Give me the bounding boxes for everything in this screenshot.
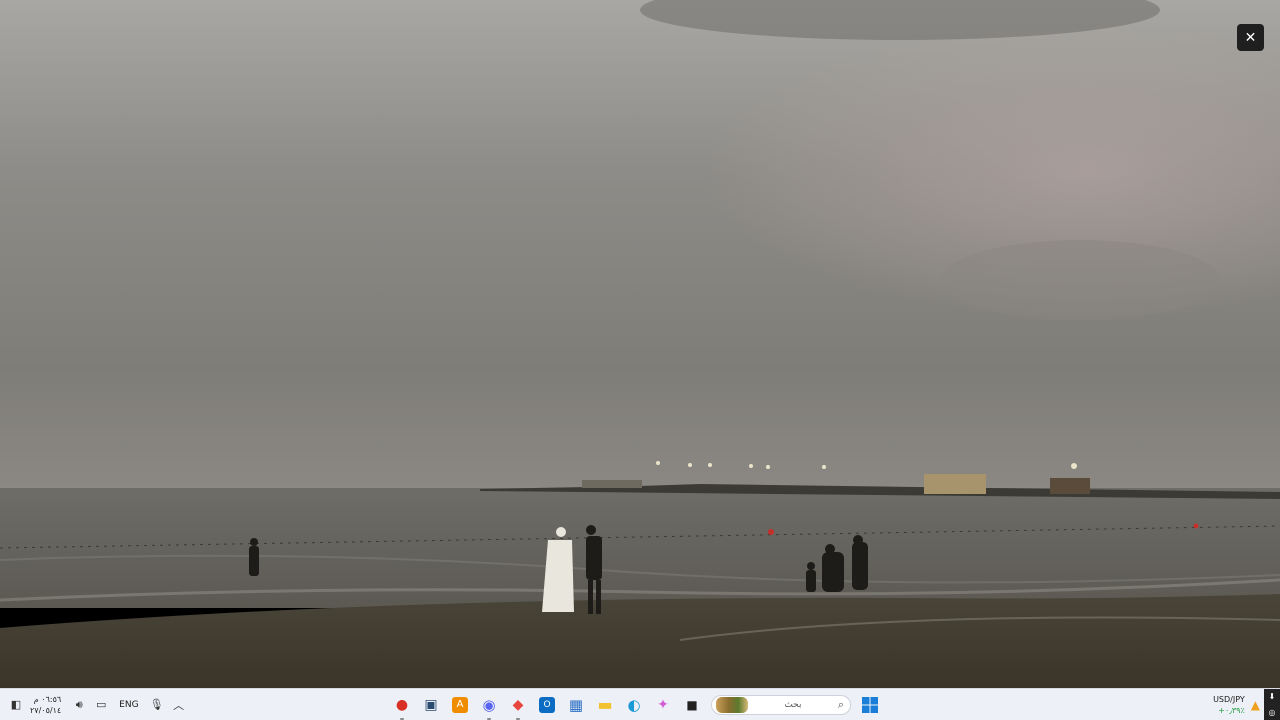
download-icon[interactable]: ⬇ — [1269, 692, 1276, 701]
terminal-app-button[interactable]: ▣ — [421, 695, 441, 715]
terminal-icon: ▣ — [424, 696, 438, 713]
a-app-button[interactable]: A — [450, 695, 470, 715]
windows-logo-icon — [862, 696, 878, 713]
chrome-icon: ● — [395, 696, 409, 713]
copilot-app-button[interactable]: ✦ — [653, 695, 673, 715]
discord-app-button[interactable]: ◉ — [479, 695, 499, 720]
network-icon[interactable]: ▭ — [93, 697, 109, 713]
language-indicator[interactable]: ENG — [119, 700, 138, 710]
window-app-button[interactable]: ■ — [682, 695, 702, 715]
volume-icon[interactable]: 🔊︎ — [71, 697, 87, 713]
brave-icon: ◆ — [512, 696, 524, 713]
chart-icon: ▲ — [1250, 697, 1260, 712]
ticker-area: USD/JPY +٠٫٣٩٪ ▲ ⬇ ◎ — [1213, 689, 1280, 720]
start-button[interactable] — [860, 695, 880, 715]
search-placeholder: بحث — [784, 699, 802, 710]
edge-app-button[interactable]: ◐ — [624, 695, 644, 715]
folder-icon: ▬ — [597, 695, 613, 714]
search-icon: ⌕ — [837, 697, 844, 711]
brave-app-button[interactable]: ◆ — [508, 695, 528, 720]
currency-widget[interactable]: USD/JPY +٠٫٣٩٪ — [1213, 694, 1245, 716]
copilot-icon: ✦ — [657, 696, 669, 713]
settings-icon[interactable]: ◎ — [1269, 708, 1276, 717]
chevron-up-icon[interactable]: ︿ — [171, 697, 187, 713]
ticker-symbol: USD/JPY — [1213, 694, 1245, 704]
window-icon: ■ — [686, 697, 698, 712]
beach-photo — [0, 0, 1280, 688]
ticker-change: +٠٫٣٩٪ — [1218, 705, 1245, 715]
discord-icon: ◉ — [482, 695, 496, 714]
side-controls: ⬇ ◎ — [1264, 689, 1280, 720]
clock[interactable]: ٠٦:٥٦ م ٢٧/٠٥/١٤ — [30, 694, 61, 716]
store-app-button[interactable]: ▦ — [566, 695, 586, 715]
photo-viewer: ✕ — [0, 0, 1280, 688]
outlook-icon: O — [539, 696, 555, 713]
search-highlight-image — [716, 696, 748, 713]
store-icon: ▦ — [568, 695, 584, 714]
chrome-app-button[interactable]: ● — [392, 695, 412, 720]
outlook-app-button[interactable]: O — [537, 695, 557, 715]
edge-icon: ◐ — [627, 695, 641, 714]
file-explorer-app-button[interactable]: ▬ — [595, 695, 615, 715]
notification-icon[interactable]: ◧ — [8, 697, 24, 713]
close-icon: ✕ — [1244, 29, 1257, 46]
search-box[interactable]: بحث ⌕ — [711, 694, 851, 715]
a-icon: A — [452, 696, 468, 713]
system-tray: ◧ ٠٦:٥٦ م ٢٧/٠٥/١٤ 🔊︎ ▭ ENG 🎙︎ ︿ — [8, 689, 187, 720]
clock-date: ٢٧/٠٥/١٤ — [30, 705, 62, 715]
taskbar-apps: ● ▣ A ◉ ◆ O ▦ ▬ ◐ ✦ ■ بحث ⌕ — [392, 689, 880, 720]
close-button[interactable]: ✕ — [1237, 24, 1264, 51]
taskbar: ◧ ٠٦:٥٦ م ٢٧/٠٥/١٤ 🔊︎ ▭ ENG 🎙︎ ︿ ● ▣ A ◉… — [0, 688, 1280, 720]
microphone-icon[interactable]: 🎙︎ — [149, 697, 165, 713]
clock-time: ٠٦:٥٦ م — [33, 694, 62, 704]
